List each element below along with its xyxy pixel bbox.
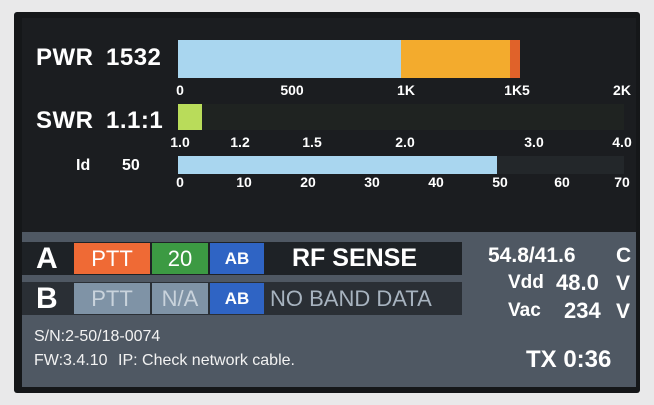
swr-bar-fill bbox=[178, 104, 202, 130]
id-label: Id bbox=[76, 157, 91, 174]
id-scale-30: 30 bbox=[364, 174, 380, 190]
vac-unit: V bbox=[616, 300, 631, 323]
pwr-scale-1k5: 1K5 bbox=[504, 82, 530, 98]
pwr-scale-2k: 2K bbox=[613, 82, 631, 98]
vdd-label: Vdd bbox=[508, 272, 544, 293]
id-scale-40: 40 bbox=[428, 174, 444, 190]
radio-b-ab: AB bbox=[210, 283, 264, 314]
radio-a-letter: A bbox=[36, 242, 58, 275]
tx-timer: TX 0:36 bbox=[526, 346, 612, 373]
swr-scale-1-2: 1.2 bbox=[230, 134, 250, 150]
id-scale-20: 20 bbox=[300, 174, 316, 190]
swr-value: 1.1:1 bbox=[106, 107, 164, 134]
radio-b-band: N/A bbox=[152, 283, 208, 314]
vac-label: Vac bbox=[508, 300, 541, 321]
swr-label: SWR bbox=[36, 107, 94, 134]
id-value: 50 bbox=[122, 157, 140, 174]
serial-number: S/N:2-50/18-0074 bbox=[34, 328, 161, 345]
swr-scale-2-0: 2.0 bbox=[395, 134, 415, 150]
vac-value: 234 bbox=[564, 298, 601, 323]
swr-bar bbox=[178, 104, 624, 130]
id-scale-70: 70 bbox=[614, 174, 630, 190]
id-bar bbox=[178, 156, 624, 174]
pwr-scale-0: 0 bbox=[176, 82, 184, 98]
temperature-readout: 54.8/41.6 bbox=[488, 244, 576, 267]
radio-a-status: RF SENSE bbox=[292, 244, 418, 272]
id-scale-10: 10 bbox=[236, 174, 252, 190]
ip-status: IP: Check network cable. bbox=[118, 352, 295, 369]
radio-a-ab: AB bbox=[210, 243, 264, 274]
id-scale-60: 60 bbox=[554, 174, 570, 190]
pwr-value: 1532 bbox=[106, 44, 162, 71]
id-bar-fill bbox=[178, 156, 497, 174]
pwr-scale-500: 500 bbox=[280, 82, 304, 98]
pwr-bar bbox=[178, 40, 520, 78]
pwr-scale-1k: 1K bbox=[397, 82, 415, 98]
vdd-value: 48.0 bbox=[556, 270, 599, 295]
swr-scale-3-0: 3.0 bbox=[524, 134, 544, 150]
radio-b-ptt: PTT bbox=[74, 283, 150, 314]
swr-scale-1-5: 1.5 bbox=[302, 134, 322, 150]
pwr-label: PWR bbox=[36, 44, 94, 71]
swr-scale-1-0: 1.0 bbox=[170, 134, 190, 150]
id-scale-0: 0 bbox=[176, 174, 184, 190]
radio-b-status: NO BAND DATA bbox=[270, 286, 432, 311]
radio-a-band: 20 bbox=[152, 243, 208, 274]
pwr-bar-fill-normal bbox=[178, 40, 401, 78]
firmware-version: FW:3.4.10 bbox=[34, 352, 108, 369]
vdd-unit: V bbox=[616, 272, 631, 295]
amplifier-screen: PWR 1532 0 500 1K 1K5 2K SWR 1.1:1 1.0 1… bbox=[22, 18, 636, 387]
radio-b-letter: B bbox=[36, 282, 58, 315]
radio-a-ptt: PTT bbox=[74, 243, 150, 274]
pwr-bar-peak bbox=[510, 40, 520, 78]
pwr-bar-fill-high bbox=[401, 40, 510, 78]
temperature-unit: C bbox=[616, 244, 632, 267]
id-scale-50: 50 bbox=[492, 174, 508, 190]
swr-scale-4-0: 4.0 bbox=[612, 134, 632, 150]
status-panel: A PTT 20 AB RF SENSE B PTT N/A AB NO BAN… bbox=[22, 232, 636, 387]
